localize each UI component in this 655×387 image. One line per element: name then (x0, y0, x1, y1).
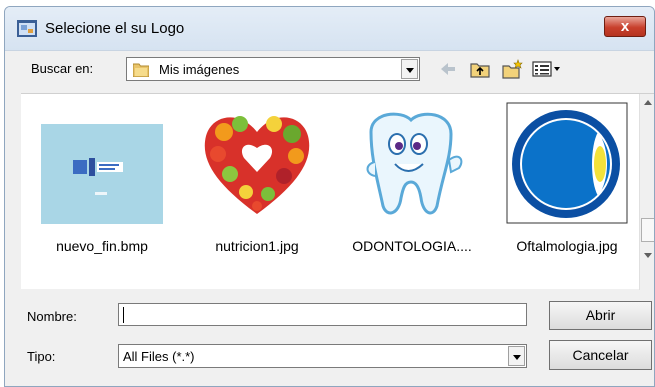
file-item[interactable]: Oftalmologia.jpg (486, 94, 636, 284)
eye-logo-thumbnail-icon (506, 102, 628, 224)
filetype-dropdown-arrow[interactable] (508, 346, 525, 366)
scrollbar-thumb[interactable] (641, 218, 654, 242)
folder-icon (133, 63, 149, 77)
vertical-scrollbar[interactable] (639, 94, 654, 290)
window-title: Selecione el su Logo (45, 20, 185, 37)
title-bar: Selecione el su Logo x (5, 7, 654, 51)
file-name: nuevo_fin.bmp (56, 238, 148, 254)
tooth-cartoon-thumbnail-icon (351, 102, 473, 224)
location-dropdown-arrow[interactable] (401, 59, 418, 79)
scroll-down-icon[interactable] (643, 252, 653, 260)
app-icon (17, 20, 37, 37)
scroll-up-icon[interactable] (643, 98, 653, 106)
file-dialog: Selecione el su Logo x Buscar en: Mis im… (4, 6, 655, 387)
cancel-button[interactable]: Cancelar (549, 340, 652, 370)
file-list-view[interactable]: nuevo_fin.bmp nutricion1.jpg ODONTOLOGIA… (21, 93, 654, 290)
open-button[interactable]: Abrir (549, 301, 652, 330)
location-label: Buscar en: (31, 61, 94, 76)
file-item[interactable]: nuevo_fin.bmp (21, 94, 171, 284)
new-folder-icon[interactable] (501, 58, 523, 80)
filename-label: Nombre: (27, 309, 77, 324)
filetype-combo[interactable]: All Files (*.*) (118, 344, 527, 368)
file-name: nutricion1.jpg (215, 238, 299, 254)
file-item[interactable]: nutricion1.jpg (176, 94, 326, 284)
file-item[interactable]: ODONTOLOGIA.... (331, 94, 481, 284)
file-name: Oftalmologia.jpg (516, 238, 618, 254)
fruit-heart-thumbnail-icon (196, 102, 318, 224)
file-name: ODONTOLOGIA.... (352, 238, 472, 254)
location-value: Mis imágenes (159, 62, 240, 77)
back-arrow-icon[interactable] (437, 58, 459, 80)
up-folder-icon[interactable] (469, 58, 491, 80)
filetype-label: Tipo: (27, 349, 56, 364)
close-button[interactable]: x (604, 16, 646, 37)
image-thumbnail-icon (41, 102, 163, 224)
filetype-value: All Files (*.*) (123, 349, 195, 364)
filename-input[interactable] (118, 303, 527, 326)
location-combo[interactable]: Mis imágenes (126, 57, 420, 81)
text-caret (123, 307, 124, 323)
view-menu-icon[interactable] (531, 58, 565, 80)
